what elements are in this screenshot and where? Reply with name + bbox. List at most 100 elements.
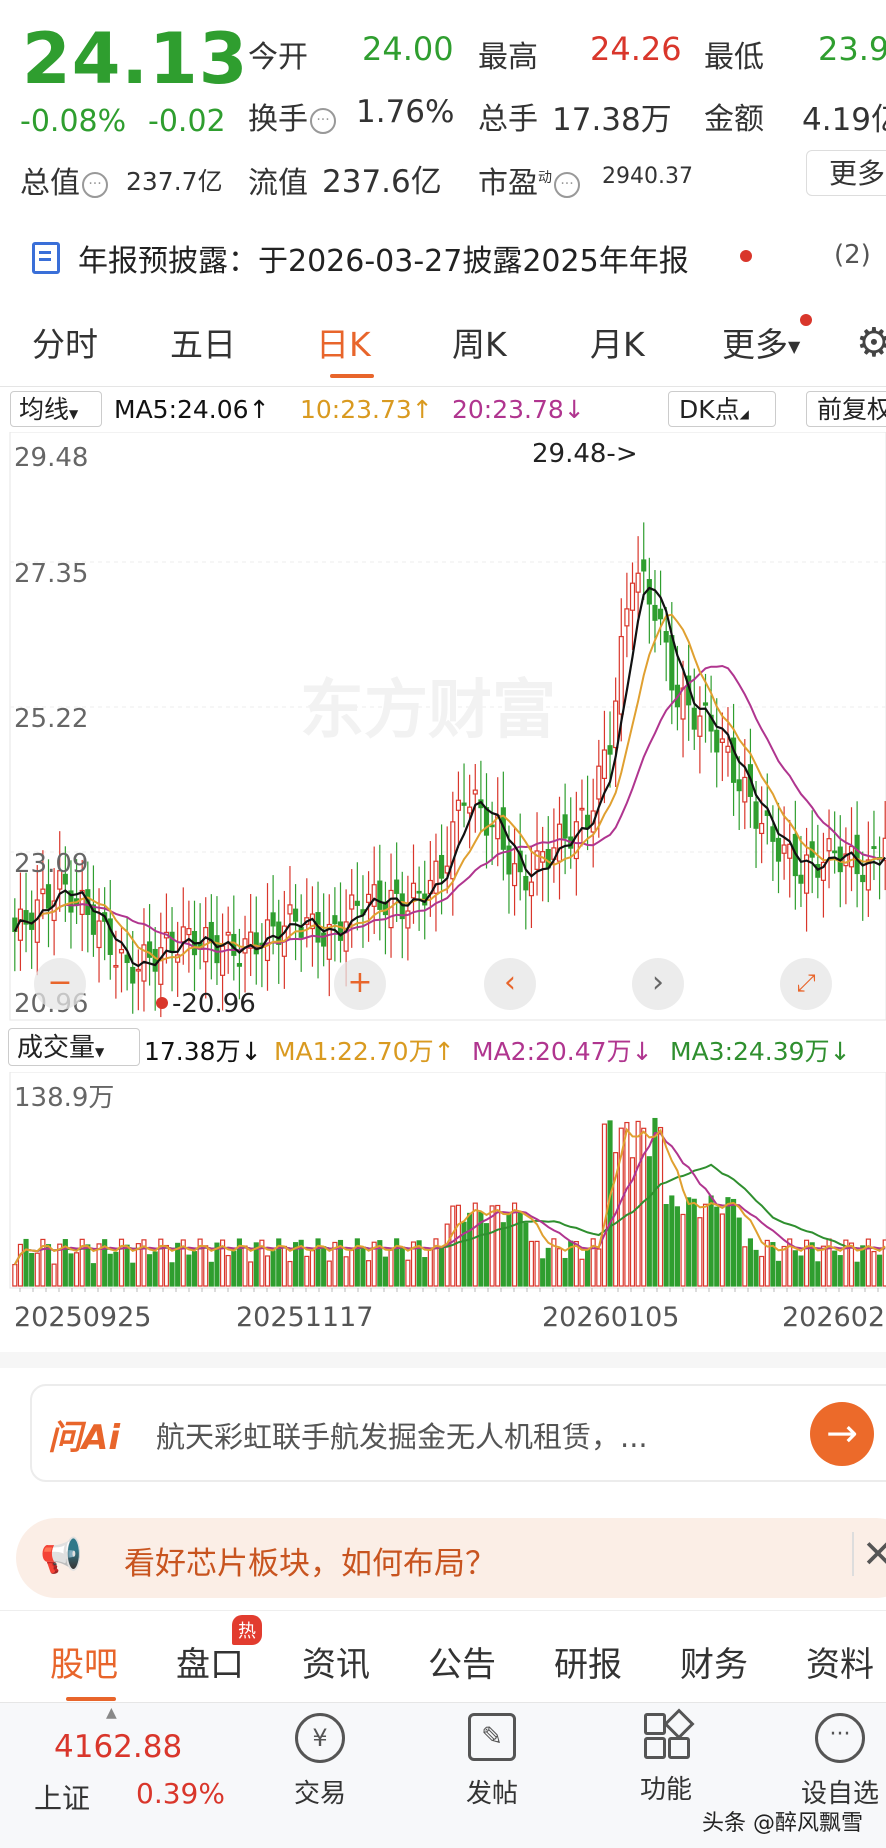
volume-bar	[736, 1217, 742, 1287]
volume-bar	[191, 1251, 198, 1287]
volume-bar	[573, 1240, 579, 1287]
notification-dot	[800, 314, 812, 326]
tab-profile[interactable]: 资料	[806, 1637, 874, 1686]
volume-bar	[23, 1238, 29, 1287]
more-circle-icon: ···	[815, 1713, 865, 1763]
tab-more[interactable]: 更多▼	[722, 318, 800, 366]
volume-bar	[455, 1204, 461, 1287]
function-button[interactable]: 功能	[616, 1708, 716, 1833]
tab-announcements[interactable]: 公告	[428, 1637, 496, 1686]
tab-weekly-k[interactable]: 周K	[452, 318, 507, 366]
gear-icon[interactable]: ⚙	[856, 320, 886, 366]
info-icon[interactable]: ···	[554, 171, 580, 198]
volume-selector[interactable]: 成交量▼	[8, 1028, 140, 1066]
volume-bar	[444, 1223, 450, 1287]
candle	[523, 875, 529, 891]
candle	[596, 765, 602, 800]
candle	[759, 822, 765, 835]
candle	[461, 802, 467, 806]
close-icon[interactable]: ✕	[852, 1532, 886, 1576]
candle	[214, 935, 220, 964]
tab-news[interactable]: 资讯	[302, 1637, 370, 1686]
volume-bar	[747, 1238, 753, 1287]
volume-bar	[540, 1258, 546, 1287]
info-icon[interactable]: ···	[310, 107, 336, 134]
period-tabs: 分时 五日 日K 周K 月K 更多▼ ⚙	[0, 310, 886, 380]
ma-selector[interactable]: 均线▼	[10, 391, 102, 427]
volume-bar	[287, 1260, 293, 1287]
zoom-in-icon[interactable]: +	[334, 958, 386, 1010]
chart-watermark: 东方财富	[300, 674, 556, 748]
volume-bar	[264, 1255, 271, 1287]
volume-bar	[147, 1254, 153, 1287]
candle	[180, 926, 186, 943]
kline-chart[interactable]: 东方财富 29.48 27.35 25.22 23.09 20.96 29.48…	[0, 432, 886, 1022]
pe-value: 2940.37	[602, 164, 693, 189]
candle	[332, 915, 338, 925]
tab-five-day[interactable]: 五日	[170, 318, 236, 366]
turnover-label: 换手 ···	[248, 94, 336, 138]
tab-intraday[interactable]: 分时	[32, 318, 98, 366]
index-value: 4162.88	[54, 1729, 183, 1765]
dk-button[interactable]: DK点◢	[668, 391, 776, 427]
volume-bar	[556, 1248, 563, 1287]
volume-bar	[326, 1260, 332, 1287]
volume-chart[interactable]: 138.9万 20250925	[0, 1072, 886, 1292]
tab-monthly-k[interactable]: 月K	[590, 318, 645, 366]
candle	[646, 579, 652, 605]
volume-bar	[512, 1202, 518, 1287]
candle	[775, 837, 782, 862]
tab-research[interactable]: 研报	[554, 1637, 622, 1686]
candle	[691, 707, 697, 730]
y-label-2: 27.35	[14, 559, 88, 589]
candle	[169, 931, 175, 953]
chevron-left-icon[interactable]: ‹	[484, 958, 536, 1010]
expand-icon[interactable]: ⤢	[780, 958, 832, 1010]
candle	[736, 779, 742, 792]
zoom-out-icon[interactable]: −	[34, 958, 86, 1010]
volume-bar	[472, 1202, 478, 1287]
trade-button[interactable]: ¥ 交易	[270, 1713, 370, 1833]
volume-bar	[242, 1245, 248, 1287]
promo-banner[interactable]: 📢 看好芯片板块，如何布局？ ✕	[16, 1518, 886, 1598]
volume-bar	[753, 1249, 759, 1287]
volume-bar	[309, 1249, 315, 1287]
volume-bar	[29, 1252, 35, 1287]
tab-finance[interactable]: 财务	[680, 1637, 748, 1686]
footer-watermark: 头条 @醉风飘雪	[702, 1811, 863, 1836]
chevron-right-icon[interactable]: ›	[632, 958, 684, 1010]
candle	[556, 823, 563, 862]
active-tab-underline	[330, 374, 374, 378]
ai-search-bar[interactable]: 问Ai 航天彩虹联手航发掘金无人机租赁，... →	[30, 1384, 886, 1482]
volume-bar	[248, 1261, 254, 1287]
candle	[753, 801, 759, 829]
volume-bar	[169, 1262, 175, 1287]
candle	[270, 912, 276, 927]
volume-bar	[596, 1248, 602, 1287]
candle	[579, 807, 585, 811]
volume-bar	[231, 1250, 237, 1287]
tab-guba[interactable]: 股吧	[50, 1637, 118, 1686]
candle	[366, 893, 372, 903]
volume-bar	[877, 1254, 883, 1287]
volume-bar	[562, 1257, 568, 1287]
arrow-right-icon[interactable]: →	[810, 1402, 874, 1466]
index-widget[interactable]: ▲ 4162.88 上证 0.39%	[0, 1703, 230, 1848]
more-button[interactable]: 更多	[806, 150, 886, 196]
volume-bar	[680, 1213, 686, 1287]
info-icon[interactable]: ···	[82, 171, 108, 198]
volume-bar	[163, 1244, 169, 1287]
volume-bar	[775, 1260, 782, 1287]
notice-row[interactable]: 年报预披露：于2026-03-27披露2025年年报 (2)	[0, 226, 886, 286]
candle	[130, 966, 136, 984]
volume-bar	[770, 1242, 776, 1287]
post-button[interactable]: ✎ 发帖	[442, 1713, 542, 1833]
candle	[528, 881, 534, 897]
date-label-4: 2026022	[782, 1302, 886, 1333]
volume-bar	[495, 1204, 501, 1287]
volume-bar	[624, 1121, 630, 1287]
volume-bar	[17, 1243, 23, 1287]
tab-daily-k[interactable]: 日K	[316, 318, 371, 366]
fq-button[interactable]: 前复权	[806, 391, 886, 427]
volume-bar	[321, 1246, 327, 1287]
